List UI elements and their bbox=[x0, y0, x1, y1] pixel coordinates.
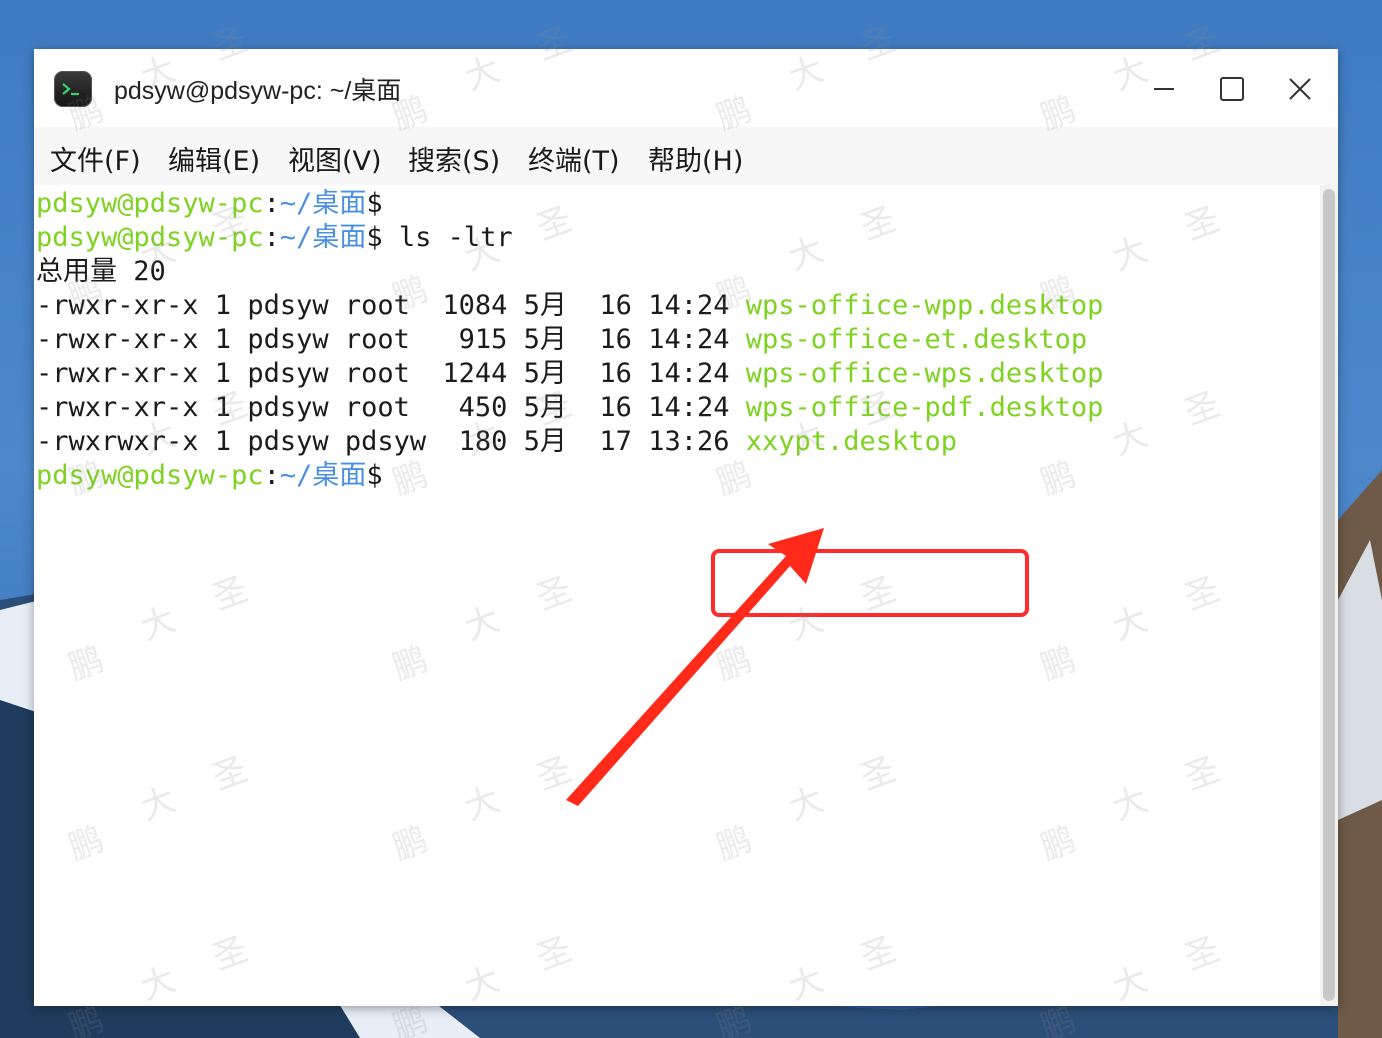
annotation-arrow bbox=[566, 528, 824, 806]
